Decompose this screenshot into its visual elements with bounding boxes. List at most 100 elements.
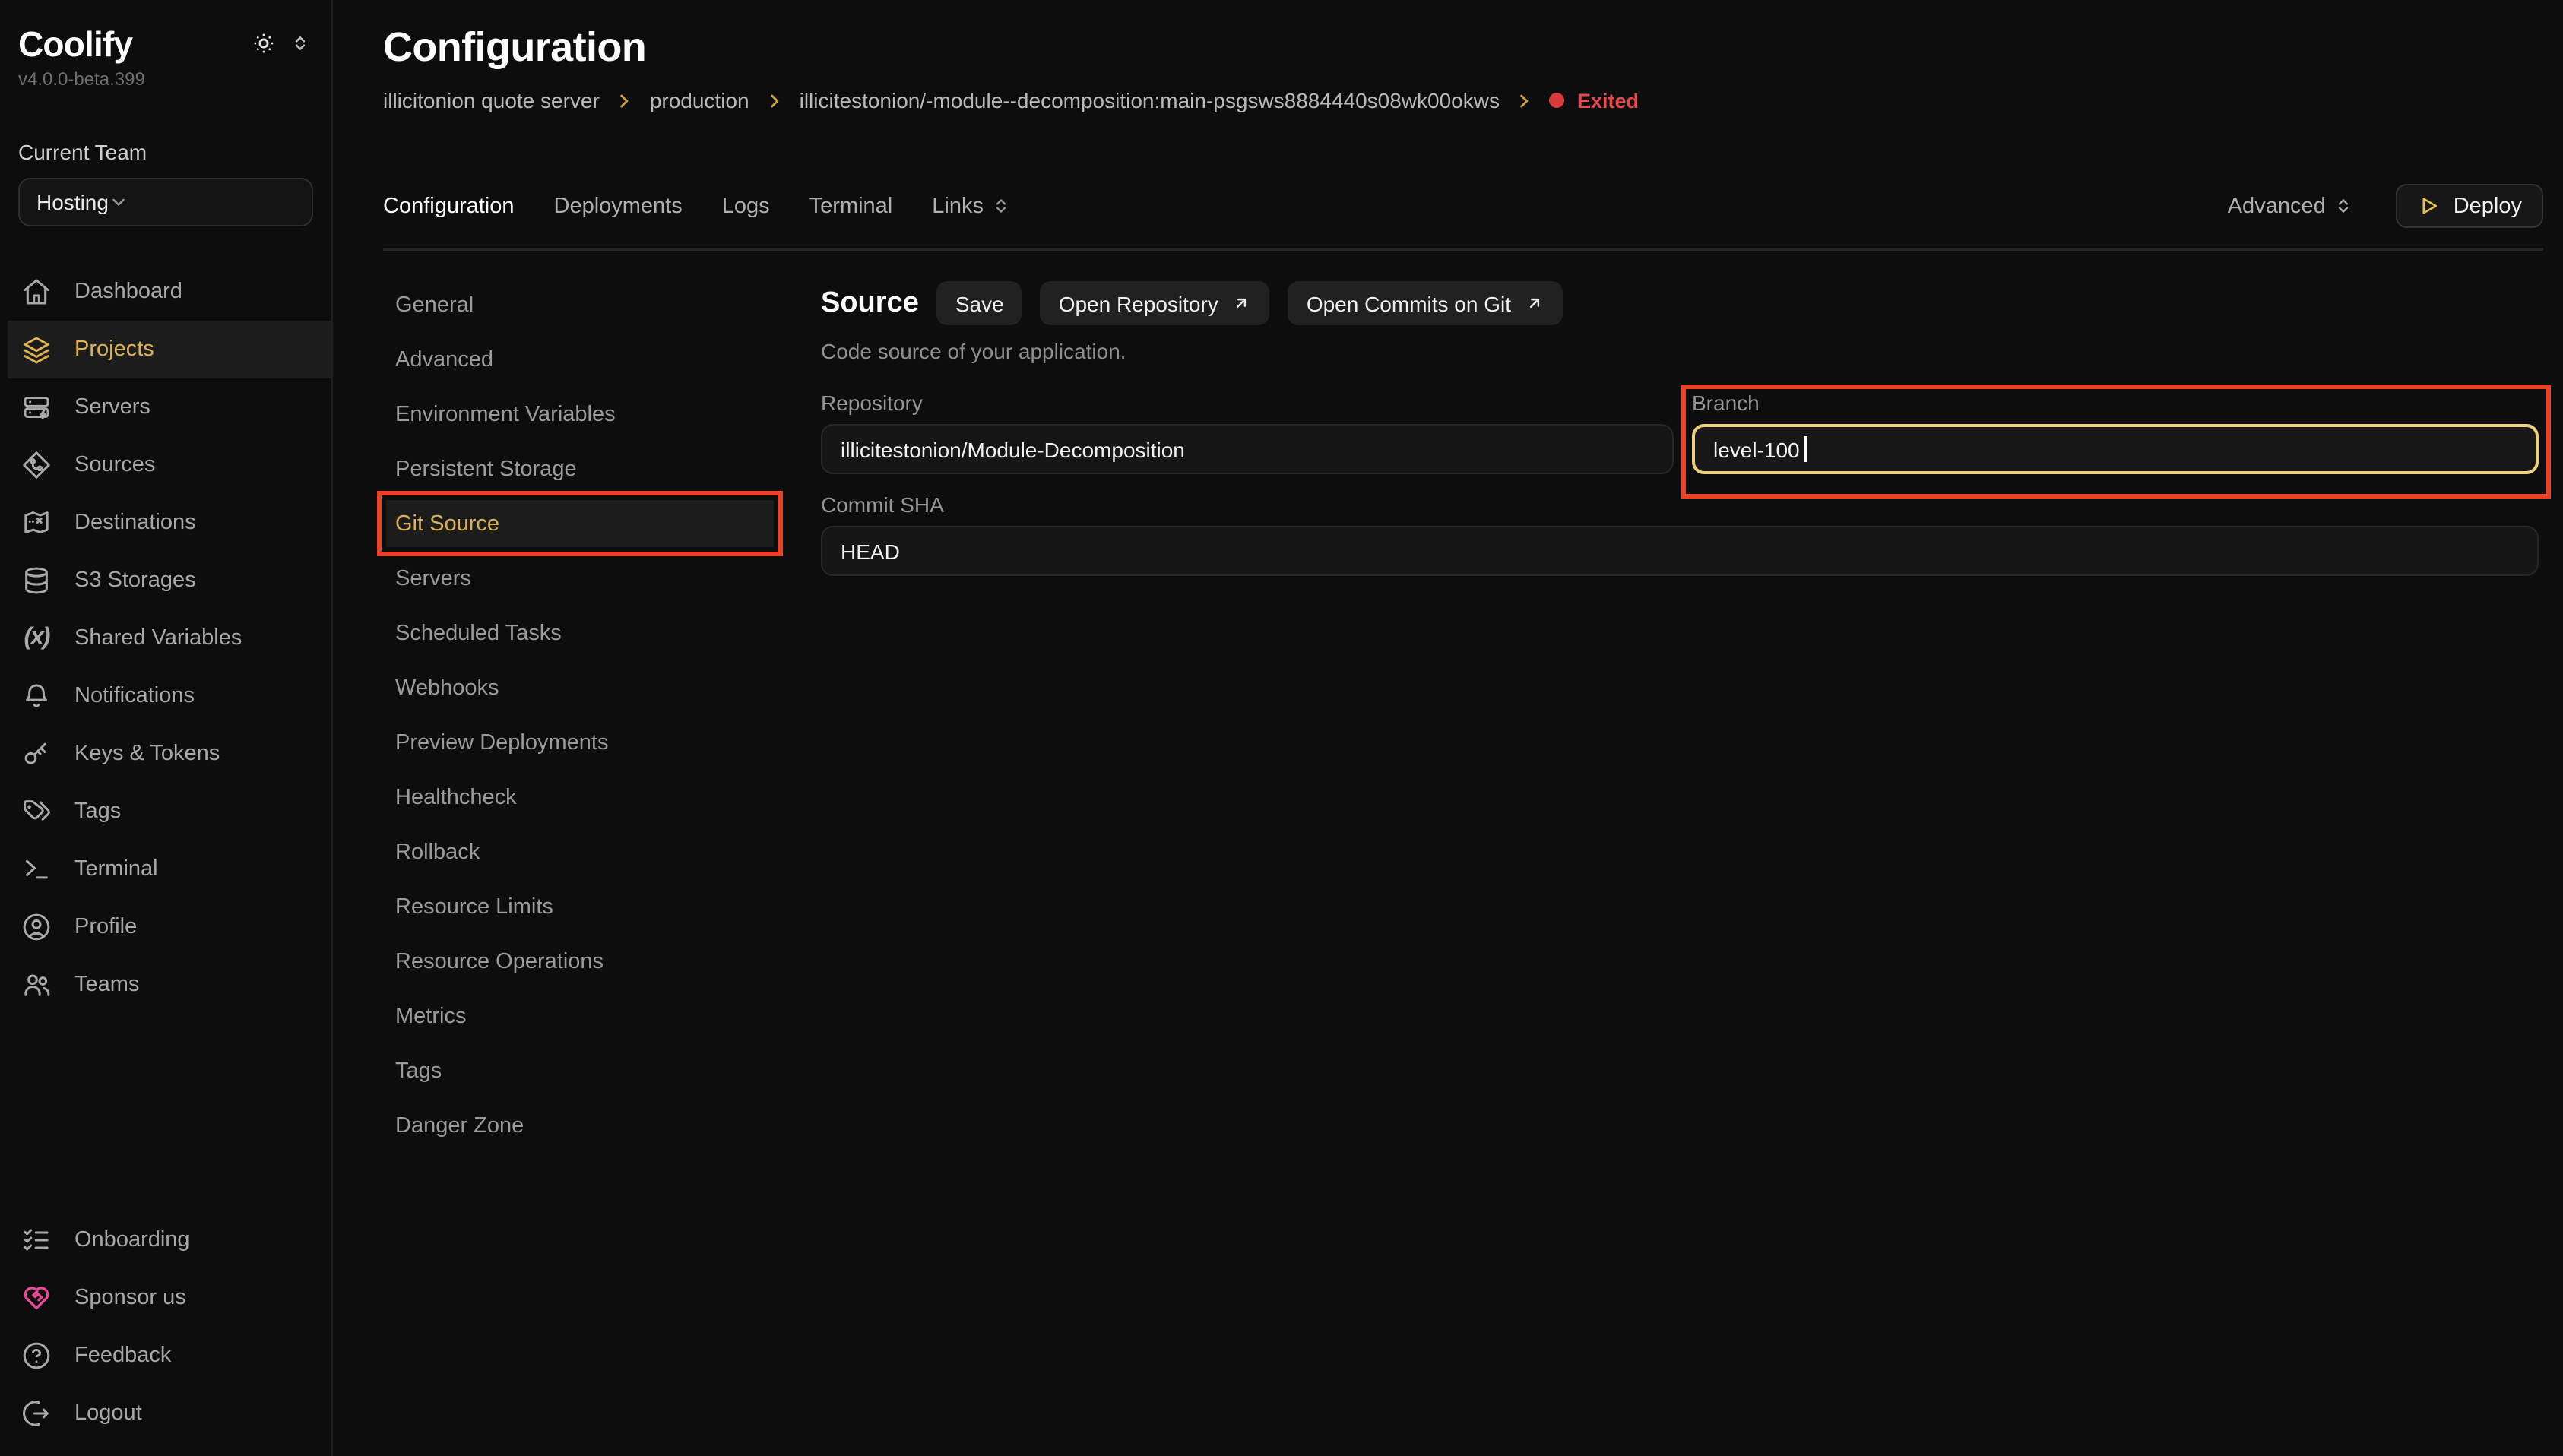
subnav-item-healthcheck[interactable]: Healthcheck [386, 774, 774, 821]
tab-separator [383, 248, 2543, 251]
team-select[interactable]: Hosting [18, 178, 313, 226]
app-logo: Coolify [18, 24, 132, 64]
sidebar-item-shared-variables[interactable]: (x) Shared Variables [0, 609, 331, 667]
sidebar-item-servers[interactable]: Servers [0, 378, 331, 436]
bell-icon [21, 681, 52, 711]
tab-logs[interactable]: Logs [722, 194, 770, 218]
sidebar-item-s3-storages[interactable]: S3 Storages [0, 552, 331, 609]
tab-terminal[interactable]: Terminal [809, 194, 893, 218]
status-dot-icon [1550, 93, 1565, 108]
subnav-item-webhooks[interactable]: Webhooks [386, 664, 774, 711]
subnav-item-git-source[interactable]: Git Source [386, 500, 774, 547]
sidebar-item-label: S3 Storages [74, 568, 196, 593]
subnav-item-servers[interactable]: Servers [386, 555, 774, 602]
sidebar-item-label: Destinations [74, 511, 196, 535]
deploy-button[interactable]: Deploy [2396, 184, 2543, 228]
sidebar-item-sources[interactable]: Sources [0, 436, 331, 494]
subnav-item-rollback[interactable]: Rollback [386, 828, 774, 875]
commit-sha-input[interactable] [821, 526, 2539, 576]
breadcrumb: illicitonion quote server production ill… [383, 88, 2543, 112]
source-heading: Source [821, 286, 919, 320]
sidebar-nav: Dashboard Projects Servers Sources Desti… [0, 263, 331, 1014]
team-select-value: Hosting [36, 190, 109, 214]
sidebar-item-sponsor-us[interactable]: Sponsor us [0, 1269, 331, 1327]
sidebar-item-label: Tags [74, 799, 121, 824]
config-subnav: General Advanced Environment Variables P… [383, 281, 781, 1157]
breadcrumb-project[interactable]: illicitonion quote server [383, 88, 600, 112]
main-area: Configuration illicitonion quote server … [333, 0, 2563, 1456]
sidebar-item-label: Servers [74, 395, 150, 419]
sidebar-item-label: Notifications [74, 684, 195, 708]
subnav-item-preview-deployments[interactable]: Preview Deployments [386, 719, 774, 766]
key-icon [21, 739, 52, 769]
subnav-item-resource-operations[interactable]: Resource Operations [386, 938, 774, 985]
sidebar-item-destinations[interactable]: Destinations [0, 494, 331, 552]
subnav-item-metrics[interactable]: Metrics [386, 992, 774, 1040]
sidebar-item-projects[interactable]: Projects [8, 321, 331, 378]
sidebar-item-tags[interactable]: Tags [0, 783, 331, 840]
source-description: Code source of your application. [821, 339, 2543, 363]
advanced-label: Advanced [2228, 194, 2326, 218]
sidebar-item-label: Terminal [74, 857, 158, 882]
arrow-up-right-icon [1232, 293, 1252, 313]
arrow-up-right-icon [1525, 293, 1544, 313]
subnav-item-advanced[interactable]: Advanced [386, 336, 774, 383]
breadcrumb-application[interactable]: illicitestonion/-module--decomposition:m… [800, 88, 1500, 112]
play-icon [2417, 195, 2440, 217]
sidebar-item-label: Feedback [74, 1344, 171, 1368]
sidebar-item-teams[interactable]: Teams [0, 956, 331, 1014]
subnav-item-scheduled-tasks[interactable]: Scheduled Tasks [386, 609, 774, 657]
tab-links-label: Links [932, 194, 984, 218]
tab-row: Configuration Deployments Logs Terminal … [383, 184, 2543, 228]
sidebar-item-notifications[interactable]: Notifications [0, 667, 331, 725]
subnav-item-tags[interactable]: Tags [386, 1047, 774, 1094]
sidebar-item-profile[interactable]: Profile [0, 898, 331, 956]
advanced-toggle[interactable]: Advanced [2228, 194, 2353, 218]
sidebar-item-dashboard[interactable]: Dashboard [0, 263, 331, 321]
open-commits-button[interactable]: Open Commits on Git [1288, 281, 1563, 325]
app-version: v4.0.0-beta.399 [0, 68, 331, 90]
deploy-label: Deploy [2454, 194, 2522, 218]
subnav-item-persistent-storage[interactable]: Persistent Storage [386, 445, 774, 492]
sidebar-item-terminal[interactable]: Terminal [0, 840, 331, 898]
subnav-item-resource-limits[interactable]: Resource Limits [386, 883, 774, 930]
sidebar-item-label: Profile [74, 915, 137, 939]
help-circle-icon [21, 1340, 52, 1371]
commit-sha-field: Commit SHA [821, 492, 2539, 576]
theme-toggle-sun-icon[interactable] [251, 30, 277, 56]
tag-icon [21, 796, 52, 827]
branch-input[interactable] [1692, 424, 2539, 474]
sidebar-item-label: Logout [74, 1401, 142, 1426]
subnav-item-environment-variables[interactable]: Environment Variables [386, 391, 774, 438]
sidebar-item-keys-tokens[interactable]: Keys & Tokens [0, 725, 331, 783]
sidebar-item-label: Dashboard [74, 280, 182, 304]
sidebar-item-label: Projects [74, 337, 154, 362]
subnav-item-danger-zone[interactable]: Danger Zone [386, 1102, 774, 1149]
breadcrumb-environment[interactable]: production [650, 88, 749, 112]
home-icon [21, 277, 52, 307]
current-team-label: Current Team [0, 140, 331, 164]
sidebar-item-label: Sources [74, 453, 155, 477]
heart-handshake-icon [21, 1283, 52, 1313]
server-icon [21, 392, 52, 423]
users-icon [21, 970, 52, 1000]
tab-links[interactable]: Links [932, 194, 1011, 218]
repository-input[interactable] [821, 424, 1674, 474]
subnav-item-general[interactable]: General [386, 281, 774, 328]
user-circle-icon [21, 912, 52, 942]
branch-label: Branch [1692, 391, 2539, 415]
checklist-icon [21, 1225, 52, 1255]
sidebar-item-logout[interactable]: Logout [0, 1385, 331, 1442]
sidebar-item-feedback[interactable]: Feedback [0, 1327, 331, 1385]
variable-icon: (x) [21, 623, 52, 654]
tab-deployments[interactable]: Deployments [554, 194, 683, 218]
theme-select-chevrons-icon[interactable] [290, 33, 310, 53]
chevron-right-icon [1515, 90, 1535, 110]
sidebar-item-label: Keys & Tokens [74, 742, 220, 766]
open-repository-button[interactable]: Open Repository [1041, 281, 1270, 325]
chevron-down-icon [109, 191, 130, 213]
save-button[interactable]: Save [937, 281, 1022, 325]
sidebar-item-onboarding[interactable]: Onboarding [0, 1211, 331, 1269]
git-source-panel: Source Save Open Repository Open Commits… [781, 281, 2543, 1157]
tab-configuration[interactable]: Configuration [383, 194, 515, 218]
